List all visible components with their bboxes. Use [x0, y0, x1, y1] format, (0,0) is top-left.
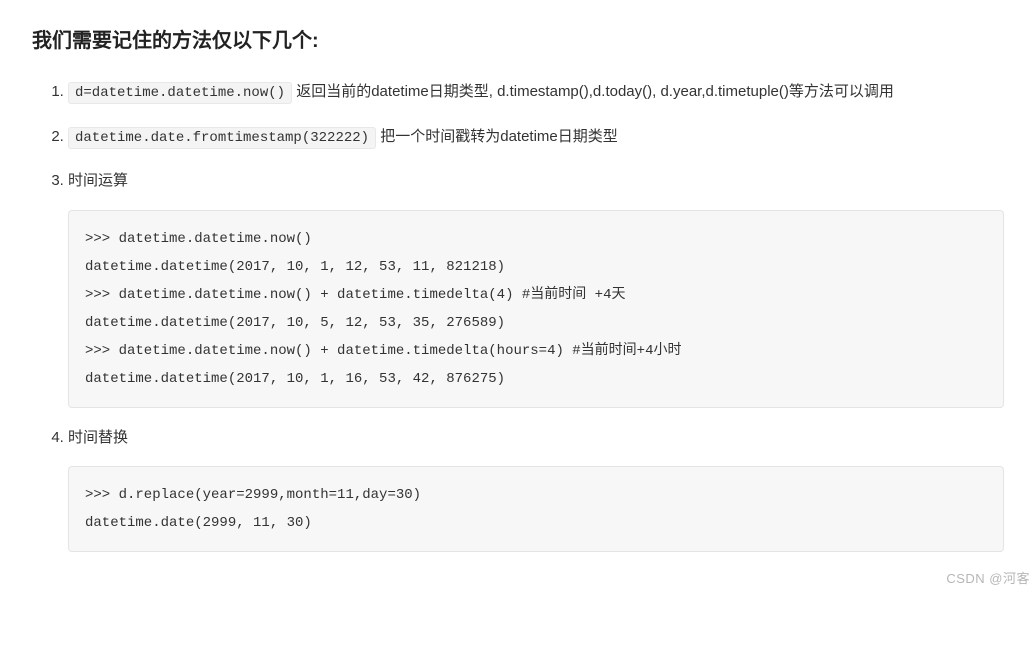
list-item: 时间替换 >>> d.replace(year=2999,month=11,da… [68, 424, 1004, 553]
item-description: 返回当前的datetime日期类型, d.timestamp(),d.today… [292, 83, 894, 100]
watermark: CSDN @河客 [946, 568, 1030, 590]
code-block: >>> d.replace(year=2999,month=11,day=30)… [68, 466, 1004, 552]
method-list: d=datetime.datetime.now() 返回当前的datetime日… [32, 78, 1004, 552]
list-item: d=datetime.datetime.now() 返回当前的datetime日… [68, 78, 1004, 107]
item-description: 把一个时间戳转为datetime日期类型 [376, 128, 618, 145]
code-block: >>> datetime.datetime.now() datetime.dat… [68, 210, 1004, 408]
section-heading: 我们需要记住的方法仅以下几个: [32, 24, 1004, 58]
list-item: 时间运算 >>> datetime.datetime.now() datetim… [68, 167, 1004, 408]
inline-code: datetime.date.fromtimestamp(322222) [68, 127, 376, 149]
item-label: 时间替换 [68, 429, 128, 446]
inline-code: d=datetime.datetime.now() [68, 82, 292, 104]
item-label: 时间运算 [68, 172, 128, 189]
list-item: datetime.date.fromtimestamp(322222) 把一个时… [68, 123, 1004, 152]
